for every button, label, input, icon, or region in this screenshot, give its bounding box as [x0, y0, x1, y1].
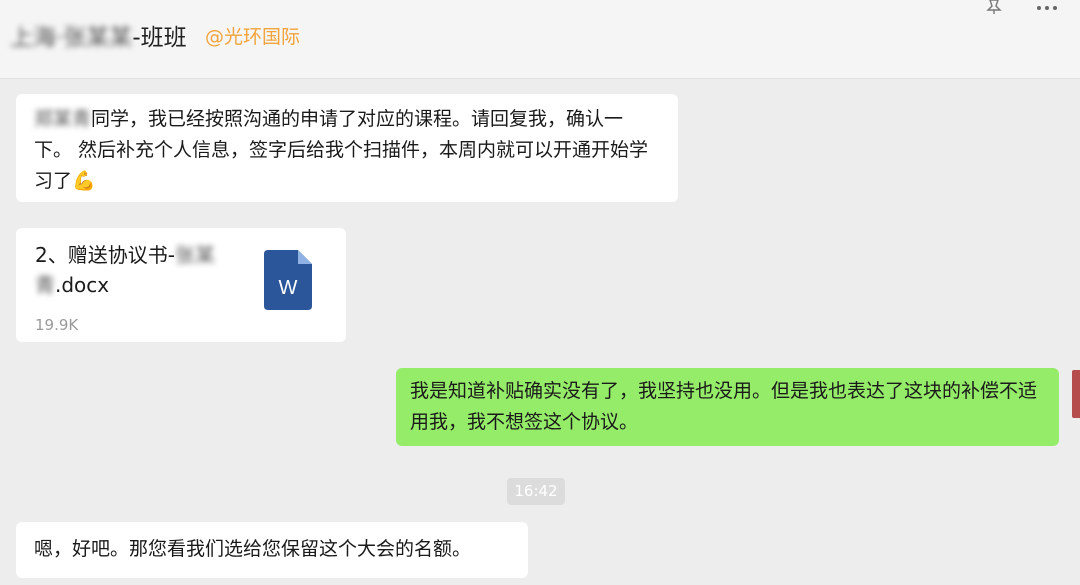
blurred-name: 上海·张某某: [10, 25, 133, 51]
chat-header: 上海·张某某-班班 @光环国际: [0, 0, 1080, 79]
more-options-icon[interactable]: [1036, 2, 1058, 14]
file-name-suffix: .docx: [55, 273, 110, 297]
incoming-message-bubble[interactable]: 郑某青同学，我已经按照沟通的申请了对应的课程。请回复我，确认一下。 然后补充个人…: [16, 94, 678, 202]
message-text: 郑某青同学，我已经按照沟通的申请了对应的课程。请回复我，确认一下。 然后补充个人…: [34, 108, 648, 192]
avatar[interactable]: [1072, 370, 1080, 418]
emoji-icon: 💪: [72, 170, 96, 192]
blurred-name: 郑某青: [34, 108, 92, 130]
file-name-prefix: 2、赠送协议书-: [35, 243, 175, 267]
file-name: 2、赠送协议书-张某青.docx: [35, 240, 250, 300]
file-message-card[interactable]: 2、赠送协议书-张某青.docx 19.9K W: [16, 228, 346, 342]
timestamp: 16:42: [507, 478, 565, 505]
word-file-icon: W: [264, 250, 312, 310]
outgoing-message-bubble[interactable]: 我是知道补贴确实没有了，我坚持也没用。但是我也表达了这块的补偿不适用我，我不想签…: [396, 368, 1059, 446]
svg-text:W: W: [279, 277, 298, 299]
incoming-message-bubble[interactable]: 嗯，好吧。那您看我们选给您保留这个大会的名额。: [16, 522, 528, 578]
message-text: 嗯，好吧。那您看我们选给您保留这个大会的名额。: [34, 538, 472, 560]
chat-title[interactable]: 上海·张某某-班班: [10, 18, 187, 52]
file-size: 19.9K: [35, 316, 79, 334]
message-text: 我是知道补贴确实没有了，我坚持也没用。但是我也表达了这块的补偿不适用我，我不想签…: [410, 380, 1038, 433]
message-body: 同学，我已经按照沟通的申请了对应的课程。请回复我，确认一下。 然后补充个人信息，…: [34, 108, 649, 192]
org-tag[interactable]: @光环国际: [205, 22, 300, 49]
pin-icon[interactable]: [984, 0, 1004, 14]
chat-title-suffix: -班班: [132, 25, 187, 51]
